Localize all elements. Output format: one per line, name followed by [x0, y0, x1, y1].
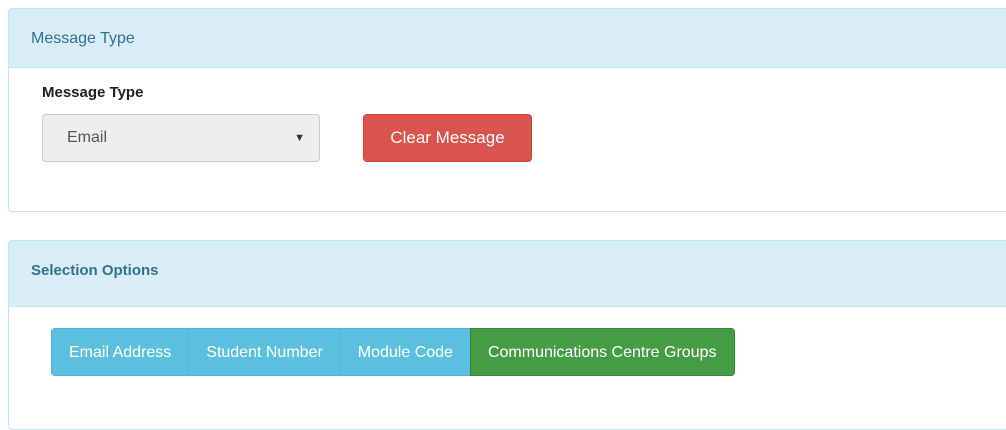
selection-options-button-group: Email Address Student Number Module Code… [51, 328, 735, 376]
student-number-option-button[interactable]: Student Number [188, 328, 341, 376]
message-type-panel: Message Type [8, 8, 1006, 212]
module-code-option-button[interactable]: Module Code [339, 328, 471, 376]
message-type-panel-heading: Message Type [9, 9, 1006, 68]
email-address-option-button[interactable]: Email Address [51, 328, 190, 376]
clear-message-button[interactable]: Clear Message [363, 114, 532, 162]
selection-options-panel: Selection Options Email Address Student … [8, 240, 1006, 430]
message-type-select[interactable]: Email ▼ [42, 114, 320, 162]
message-type-label: Message Type [42, 84, 144, 101]
message-type-select-value: Email [67, 129, 108, 146]
chevron-down-icon: ▼ [294, 132, 305, 144]
selection-options-panel-heading: Selection Options [9, 241, 1006, 307]
communications-centre-groups-option-button[interactable]: Communications Centre Groups [469, 328, 735, 376]
